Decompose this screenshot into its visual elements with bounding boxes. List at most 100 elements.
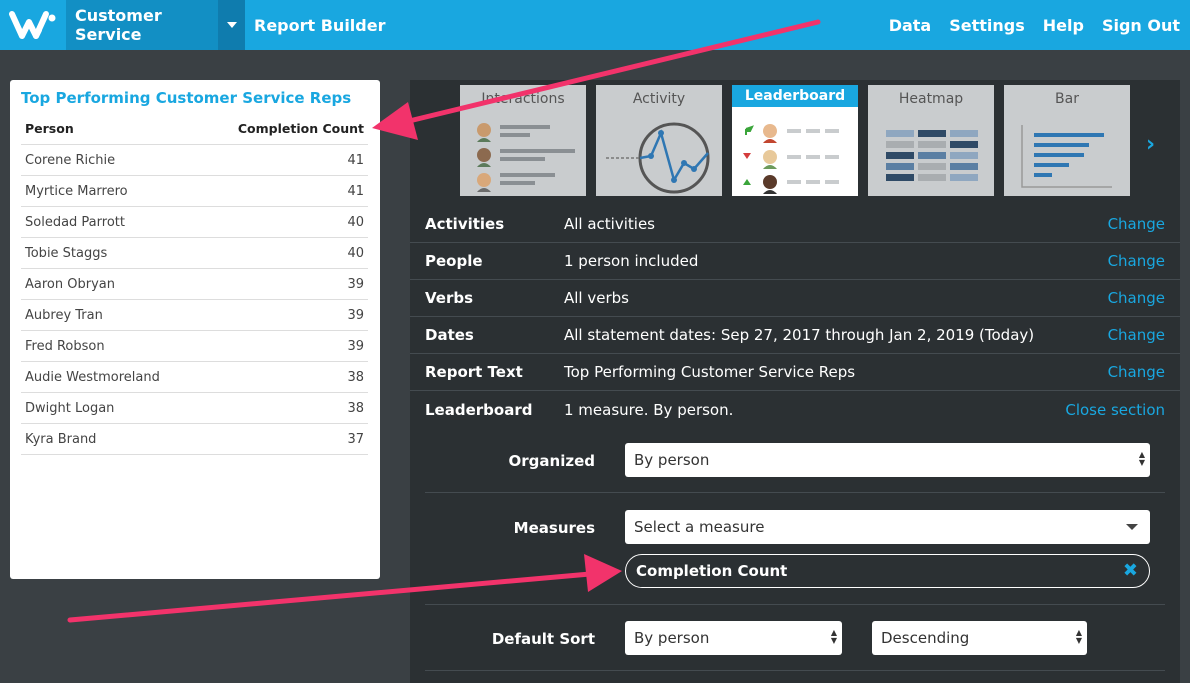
measures-label: Measures xyxy=(513,519,595,537)
completion-count: 39 xyxy=(347,338,364,354)
interactions-thumbnail-icon xyxy=(477,123,575,192)
setting-value: All verbs xyxy=(564,289,629,307)
setting-row-leaderboard: Leaderboard 1 measure. By person. Close … xyxy=(410,391,1180,428)
completion-count: 38 xyxy=(347,400,364,416)
completion-count: 37 xyxy=(347,431,364,447)
change-verbs-link[interactable]: Change xyxy=(1108,289,1165,307)
person-name: Audie Westmoreland xyxy=(25,369,160,385)
table-row: Kyra Brand 37 xyxy=(21,424,368,455)
heatmap-thumbnail-icon xyxy=(886,130,978,181)
chart-type-picker: Interactions Activity Leaderboard Heatma… xyxy=(410,80,1180,206)
nav-help[interactable]: Help xyxy=(1043,16,1084,35)
setting-label: Report Text xyxy=(425,363,523,381)
change-activities-link[interactable]: Change xyxy=(1108,215,1165,233)
table-row: Aaron Obryan 39 xyxy=(21,269,368,300)
tile-heatmap[interactable]: Heatmap xyxy=(868,85,994,196)
table-header: Person Completion Count xyxy=(21,121,368,145)
completion-count: 40 xyxy=(347,214,364,230)
setting-value: All statement dates: Sep 27, 2017 throug… xyxy=(564,326,1035,344)
change-people-link[interactable]: Change xyxy=(1108,252,1165,270)
column-header-completion-count: Completion Count xyxy=(237,121,364,136)
table-row: Dwight Logan 38 xyxy=(21,393,368,424)
setting-label: People xyxy=(425,252,483,270)
bar-thumbnail-icon xyxy=(1021,125,1112,188)
leaderboard-preview-card: Top Performing Customer Service Reps Per… xyxy=(10,80,380,579)
person-name: Tobie Staggs xyxy=(25,245,108,261)
completion-count: 40 xyxy=(347,245,364,261)
person-name: Myrtice Marrero xyxy=(25,183,128,199)
setting-label: Dates xyxy=(425,326,474,344)
table-row: Aubrey Tran 39 xyxy=(21,300,368,331)
completion-count: 39 xyxy=(347,307,364,323)
completion-count: 38 xyxy=(347,369,364,385)
setting-label: Activities xyxy=(425,215,505,233)
person-name: Fred Robson xyxy=(25,338,105,354)
tile-activity[interactable]: Activity xyxy=(596,85,722,196)
breadcrumb-customer-service[interactable]: Customer Service xyxy=(66,0,218,50)
close-section-link[interactable]: Close section xyxy=(1065,401,1165,419)
remove-measure-close-icon[interactable]: ✖ xyxy=(1123,560,1138,581)
table-row: Corene Richie 41 xyxy=(21,145,368,176)
measure-select[interactable]: Select a measure xyxy=(625,510,1150,544)
chevron-down-icon xyxy=(226,22,237,28)
divider xyxy=(425,492,1165,493)
leaderboard-title: Top Performing Customer Service Reps xyxy=(21,89,352,107)
select-updown-icon: ▲ ▼ xyxy=(830,628,837,645)
tile-bar[interactable]: Bar xyxy=(1004,85,1130,196)
column-header-person: Person xyxy=(25,121,74,136)
chevron-down-icon xyxy=(1126,524,1138,530)
setting-value: All activities xyxy=(564,215,655,233)
measure-chip-completion-count: Completion Count ✖ xyxy=(625,554,1150,588)
w-logo-icon xyxy=(9,11,56,39)
report-builder-link[interactable]: Report Builder xyxy=(254,0,385,50)
select-updown-icon: ▲ ▼ xyxy=(1138,450,1145,467)
change-dates-link[interactable]: Change xyxy=(1108,326,1165,344)
nav-sign-out[interactable]: Sign Out xyxy=(1102,16,1180,35)
divider xyxy=(425,604,1165,605)
breadcrumb-dropdown-button[interactable] xyxy=(218,0,245,50)
measure-select-placeholder: Select a measure xyxy=(634,518,765,536)
top-nav-bar: Customer Service Report Builder Data Set… xyxy=(0,0,1190,50)
person-name: Soledad Parrott xyxy=(25,214,125,230)
organized-label: Organized xyxy=(508,452,595,470)
organized-selected-value: By person xyxy=(634,451,710,469)
person-name: Aubrey Tran xyxy=(25,307,103,323)
sort-by-select[interactable]: By person ▲ ▼ xyxy=(625,621,842,655)
table-row: Audie Westmoreland 38 xyxy=(21,362,368,393)
report-settings-panel: Activities All activities Change People … xyxy=(410,206,1180,683)
table-row: Fred Robson 39 xyxy=(21,331,368,362)
setting-row-people: People 1 person included Change xyxy=(410,243,1180,280)
person-name: Corene Richie xyxy=(25,152,116,168)
tile-interactions[interactable]: Interactions xyxy=(460,85,586,196)
setting-row-dates: Dates All statement dates: Sep 27, 2017 … xyxy=(410,317,1180,354)
app-logo[interactable] xyxy=(0,0,66,50)
setting-row-report-text: Report Text Top Performing Customer Serv… xyxy=(410,354,1180,391)
tile-leaderboard[interactable]: Leaderboard xyxy=(732,85,858,196)
sort-order-select[interactable]: Descending ▲ ▼ xyxy=(872,621,1087,655)
setting-value: 1 measure. By person. xyxy=(564,400,734,419)
chevron-right-icon[interactable]: › xyxy=(1146,132,1155,157)
top-nav-links: Data Settings Help Sign Out xyxy=(871,0,1180,50)
select-updown-icon: ▲ ▼ xyxy=(1075,628,1082,645)
default-sort-label: Default Sort xyxy=(491,630,595,648)
setting-value: Top Performing Customer Service Reps xyxy=(564,363,856,381)
table-row: Tobie Staggs 40 xyxy=(21,238,368,269)
leaderboard-table: Person Completion Count Corene Richie 41 … xyxy=(21,121,368,455)
person-name: Dwight Logan xyxy=(25,400,115,416)
completion-count: 41 xyxy=(347,152,364,168)
sort-order-selected-value: Descending xyxy=(881,629,970,647)
table-row: Myrtice Marrero 41 xyxy=(21,176,368,207)
nav-settings[interactable]: Settings xyxy=(949,16,1025,35)
leaderboard-thumbnail-icon xyxy=(743,124,839,194)
setting-label: Leaderboard xyxy=(425,400,533,419)
activity-thumbnail-icon xyxy=(606,122,710,194)
completion-count: 41 xyxy=(347,183,364,199)
setting-row-activities: Activities All activities Change xyxy=(410,206,1180,243)
organized-select[interactable]: By person ▲ ▼ xyxy=(625,443,1150,477)
divider xyxy=(425,670,1165,671)
sort-by-selected-value: By person xyxy=(634,629,710,647)
completion-count: 39 xyxy=(347,276,364,292)
change-report-text-link[interactable]: Change xyxy=(1108,363,1165,381)
measure-chip-label: Completion Count xyxy=(636,562,788,580)
nav-data[interactable]: Data xyxy=(889,16,932,35)
